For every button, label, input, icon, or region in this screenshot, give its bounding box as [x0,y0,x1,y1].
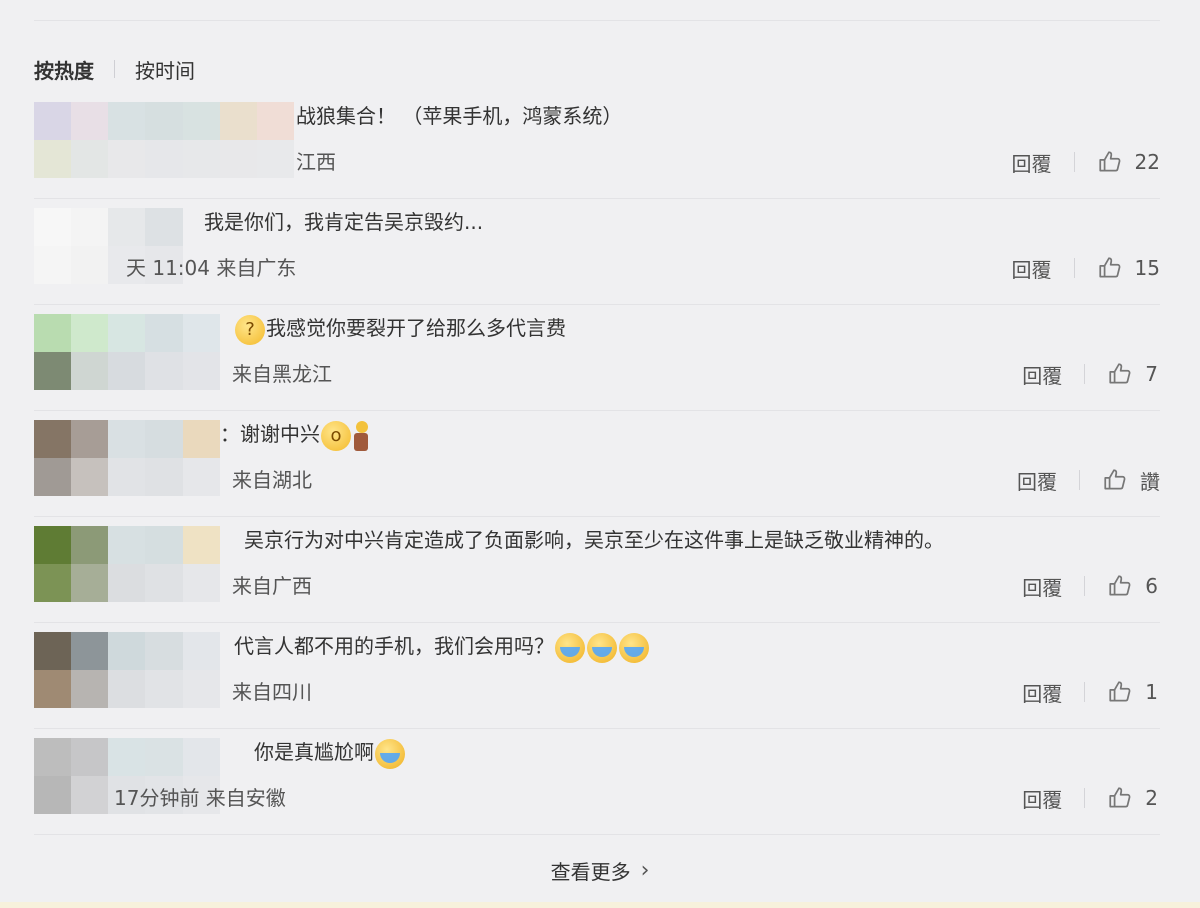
comment-text-content: 吴京行为对中兴肯定造成了负面影响，吴京至少在这件事上是缺乏敬业精神的。 [244,528,944,552]
comment-text: 你是真尴尬啊 [254,738,406,769]
comment-item: 我感觉你要裂开了给那么多代言费来自黑龙江 回覆 7 [34,304,1160,411]
sort-time-tab[interactable]: 按时间 [135,55,195,84]
like-button[interactable]: 15 [1097,255,1160,281]
comment-actions: 回覆 讚 [1017,466,1160,494]
like-button[interactable]: 讚 [1102,466,1160,495]
comment-item: 你是真尴尬啊 17分钟前 来自安徽 回覆 2 [34,728,1160,835]
comment-text-content: 战狼集合！ （苹果手机，鸿蒙系统） [296,104,623,128]
like-button[interactable]: 7 [1107,361,1158,387]
bottom-strip [0,902,1200,908]
like-count: 1 [1145,680,1158,704]
comment-meta: 17分钟前 来自安徽 [114,786,286,810]
action-divider [1084,576,1086,596]
reply-button[interactable]: 回覆 [1022,678,1062,707]
comment-item: 吴京行为对中兴肯定造成了负面影响，吴京至少在这件事上是缺乏敬业精神的。来自广西 回… [34,516,1160,623]
comment-text: 我是你们，我肯定告吴京毁约... [204,208,483,236]
view-more-label: 查看更多 [550,859,631,884]
reply-button[interactable]: 回覆 [1012,148,1052,177]
comment-text: 吴京行为对中兴肯定造成了负面影响，吴京至少在这件事上是缺乏敬业精神的。 [244,526,944,554]
comment-item: 我是你们，我肯定告吴京毁约... 天 11:04 来自广东 回覆 15 [34,198,1160,305]
comment-text-content: ：谢谢中兴 [220,422,320,446]
like-button[interactable]: 22 [1097,149,1160,175]
action-divider [1084,364,1086,384]
like-count: 15 [1134,256,1160,280]
comment-text-content: 我是你们，我肯定告吴京毁约... [204,210,484,234]
top-divider [34,20,1160,21]
thumbs-up-icon [1107,785,1145,811]
like-count: 2 [1145,786,1158,810]
comment-text: 我感觉你要裂开了给那么多代言费 [234,314,566,345]
thinking-emoji-icon [235,314,265,345]
laugh-cry-emoji-icon [555,632,585,663]
blurred-avatar-username [34,102,294,178]
comment-actions: 回覆 6 [1022,572,1158,600]
reply-button[interactable]: 回覆 [1022,572,1062,601]
comment-text: ：谢谢中兴 [220,420,368,451]
comment-text-content: 你是真尴尬啊 [254,740,374,764]
action-divider [1073,152,1075,172]
comment-actions: 回覆 15 [1012,254,1160,282]
chevron-right-icon: › [640,857,650,883]
like-button[interactable]: 1 [1107,679,1158,705]
grimace-emoji-icon [321,420,351,451]
comment-item: ：谢谢中兴来自湖北 回覆 讚 [34,410,1160,517]
thumbs-up-icon [1107,573,1145,599]
reply-button[interactable]: 回覆 [1022,784,1062,813]
comment-meta: 来自黑龙江 [232,362,332,386]
comment-meta: 来自广西 [232,574,312,598]
comment-meta: 来自湖北 [232,468,312,492]
comment-text: 代言人都不用的手机，我们会用吗？ [234,632,650,663]
action-divider [1079,470,1080,490]
comment-item: 代言人都不用的手机，我们会用吗？ 来自四川 回覆 1 [34,622,1160,729]
comment-actions: 回覆 2 [1022,784,1158,812]
reply-button[interactable]: 回覆 [1017,466,1057,495]
action-divider [1073,258,1075,278]
action-divider [1084,682,1086,702]
comment-text: 战狼集合！ （苹果手机，鸿蒙系统） [296,102,622,130]
reply-button[interactable]: 回覆 [1012,254,1052,283]
like-count: 讚 [1140,469,1160,494]
like-count: 6 [1145,574,1158,598]
comment-text-content: 我感觉你要裂开了给那么多代言费 [266,316,566,340]
comment-text-content: 代言人都不用的手机，我们会用吗？ [234,634,554,658]
thumbs-up-icon [1107,361,1145,387]
laugh-cry-emoji-icon [375,738,405,769]
comment-actions: 回覆 1 [1022,678,1158,706]
comment-meta: 来自四川 [232,680,312,704]
thumbs-up-icon [1102,467,1140,493]
thumbs-up-icon [1097,255,1135,281]
comment-actions: 回覆 22 [1012,148,1160,176]
reply-button[interactable]: 回覆 [1022,360,1062,389]
thumbs-up-person-emoji-icon [354,420,368,451]
thumbs-up-icon [1107,679,1145,705]
sort-divider [114,60,115,78]
view-more-button[interactable]: 查看更多 › [0,838,1200,902]
like-count: 22 [1134,150,1160,174]
action-divider [1084,788,1086,808]
thumbs-up-icon [1097,149,1135,175]
laugh-cry-emoji-icon [587,632,617,663]
sort-bar: 按热度 按时间 [34,52,195,86]
like-button[interactable]: 2 [1107,785,1158,811]
comment-item: 战狼集合！ （苹果手机，鸿蒙系统） 江西 回覆 22 [34,92,1160,199]
comment-meta: 江西 [296,150,336,174]
like-button[interactable]: 6 [1107,573,1158,599]
comment-meta: 天 11:04 来自广东 [126,256,297,280]
laugh-cry-emoji-icon [619,632,649,663]
like-count: 7 [1145,362,1158,386]
sort-hot-tab[interactable]: 按热度 [34,55,94,84]
comment-actions: 回覆 7 [1022,360,1158,388]
